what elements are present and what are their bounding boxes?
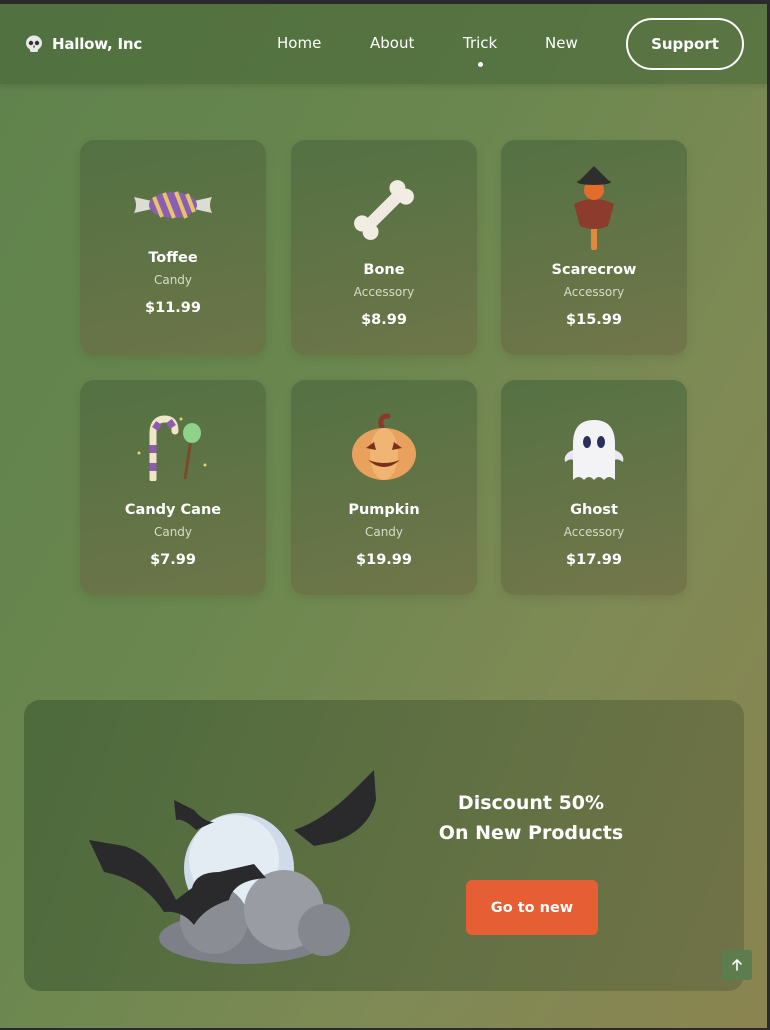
product-category: Accessory [353, 285, 415, 299]
support-button[interactable]: Support [626, 18, 744, 70]
product-card-scarecrow[interactable]: Scarecrow Accessory $15.99 [501, 140, 687, 355]
brand-logo[interactable]: Hallow, Inc [24, 34, 142, 54]
product-card-candy-cane[interactable]: Candy Cane Candy $7.99 [80, 380, 266, 595]
product-category: Candy [153, 525, 193, 539]
product-category: Accessory [563, 285, 625, 299]
nav-about-label: About [370, 34, 415, 52]
ghost-icon [564, 419, 624, 480]
skull-icon [26, 35, 42, 52]
product-price: $15.99 [566, 312, 622, 328]
product-card-pumpkin[interactable]: Pumpkin Candy $19.99 [291, 380, 477, 595]
nav-trick[interactable]: Trick [463, 34, 498, 67]
product-category: Accessory [563, 525, 625, 539]
product-card-toffee[interactable]: Toffee Candy $11.99 [80, 140, 266, 355]
product-price: $11.99 [145, 300, 201, 316]
nav-home[interactable]: Home [277, 34, 321, 52]
banner-title-line2: On New Products [438, 822, 624, 844]
nav-about[interactable]: About [370, 34, 414, 52]
banner-title: Discount 50% On New Products [416, 788, 646, 848]
brand-name: Hallow, Inc [52, 35, 143, 53]
product-category: Candy [364, 525, 404, 539]
product-price: $7.99 [150, 552, 196, 568]
product-name: Scarecrow [551, 262, 637, 278]
product-price: $19.99 [356, 552, 412, 568]
product-name: Candy Cane [124, 502, 222, 518]
scarecrow-icon [574, 166, 614, 250]
bone-icon [354, 179, 414, 240]
candy-cane-icon [137, 415, 207, 481]
product-price: $8.99 [361, 312, 407, 328]
product-name: Toffee [148, 250, 198, 266]
product-card-bone[interactable]: Bone Accessory $8.99 [291, 140, 477, 355]
go-to-new-button[interactable]: Go to new [466, 880, 598, 935]
product-card-ghost[interactable]: Ghost Accessory $17.99 [501, 380, 687, 595]
nav-trick-label: Trick [463, 34, 498, 52]
pumpkin-icon [352, 413, 416, 480]
arrow-up-icon [732, 959, 742, 971]
toffee-candy-icon [134, 191, 212, 219]
product-price: $17.99 [566, 552, 622, 568]
product-name: Pumpkin [348, 502, 420, 518]
active-nav-indicator [477, 62, 483, 67]
product-category: Candy [153, 273, 193, 287]
moon-bats-cloud-illustration [89, 770, 376, 964]
scroll-to-top-button[interactable] [722, 950, 752, 980]
site-header: Hallow, Inc Home About Trick New Support [0, 4, 767, 84]
banner-title-line1: Discount 50% [457, 792, 605, 814]
product-name: Bone [363, 262, 405, 278]
nav-new-label: New [545, 34, 578, 52]
product-name: Ghost [570, 502, 618, 518]
nav-home-label: Home [277, 34, 322, 52]
nav-new[interactable]: New [545, 34, 578, 52]
discount-banner: Discount 50% On New Products Go to new [24, 700, 744, 991]
